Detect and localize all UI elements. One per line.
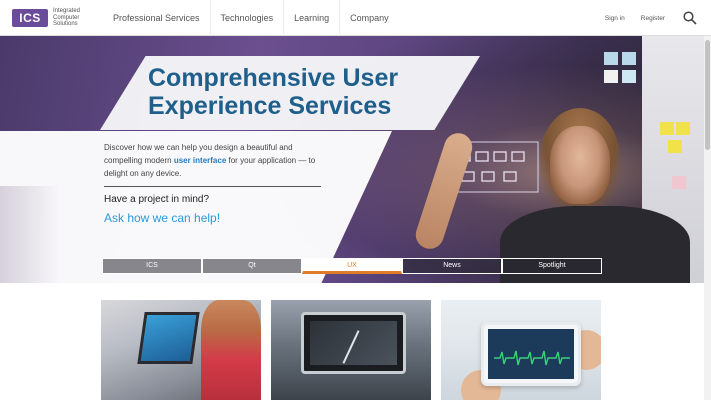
ask-help-link[interactable]: Ask how we can help! — [104, 211, 220, 225]
site-header: ICS Integrated Computer Solutions Profes… — [0, 0, 711, 36]
nav-professional-services[interactable]: Professional Services — [103, 0, 210, 36]
user-interface-link[interactable]: user interface — [174, 156, 226, 165]
feature-cards — [0, 283, 704, 400]
nav-technologies[interactable]: Technologies — [209, 0, 284, 36]
tablet-screen — [488, 329, 574, 379]
page-scrollbar[interactable] — [704, 36, 711, 400]
hero-photo-face — [550, 126, 610, 204]
sticky-note — [622, 52, 636, 65]
hero-left-fade — [0, 186, 60, 283]
hero-tabs: ICS Qt UX News Spotlight — [102, 258, 602, 274]
tab-ics[interactable]: ICS — [102, 258, 202, 274]
account-links: Sign in Register — [589, 0, 697, 36]
logo-text: Integrated Computer Solutions — [53, 8, 81, 27]
tab-spotlight[interactable]: Spotlight — [502, 258, 602, 274]
logo-mark: ICS — [12, 8, 48, 27]
sticky-note — [604, 52, 618, 65]
map-road-line — [342, 330, 360, 364]
register-link[interactable]: Register — [641, 15, 665, 22]
hero-description: Discover how we can help you design a be… — [104, 141, 324, 180]
sticky-note — [668, 140, 682, 153]
fitness-user — [201, 300, 261, 400]
nav-company[interactable]: Company — [339, 0, 399, 36]
hero-divider — [104, 186, 321, 187]
search-icon[interactable] — [683, 11, 697, 25]
sign-in-link[interactable]: Sign in — [605, 15, 625, 22]
tab-news[interactable]: News — [402, 258, 502, 274]
sticky-note — [672, 176, 686, 189]
hero-banner: Comprehensive User Experience Services D… — [0, 36, 704, 283]
main-nav: Professional Services Technologies Learn… — [103, 0, 399, 36]
hero-title: Comprehensive User Experience Services — [148, 64, 399, 120]
dashboard-display — [301, 312, 406, 374]
fitness-touchscreen-image[interactable] — [101, 300, 261, 400]
car-dashboard-image[interactable] — [271, 300, 431, 400]
ics-logo[interactable]: ICS Integrated Computer Solutions — [12, 8, 93, 28]
sticky-note — [604, 70, 618, 83]
fitness-console-screen — [137, 312, 200, 364]
dashboard-map-screen — [310, 321, 397, 365]
nav-learning[interactable]: Learning — [283, 0, 339, 36]
scrollbar-thumb[interactable] — [705, 40, 710, 150]
tablet-device — [481, 322, 581, 386]
sticky-note — [676, 122, 690, 135]
heart-rate-wave — [494, 350, 570, 366]
medical-tablet-image[interactable] — [441, 300, 601, 400]
sticky-note — [622, 70, 636, 83]
tab-qt[interactable]: Qt — [202, 258, 302, 274]
project-question: Have a project in mind? — [104, 194, 210, 205]
tab-ux[interactable]: UX — [302, 258, 402, 274]
sticky-note — [660, 122, 674, 135]
